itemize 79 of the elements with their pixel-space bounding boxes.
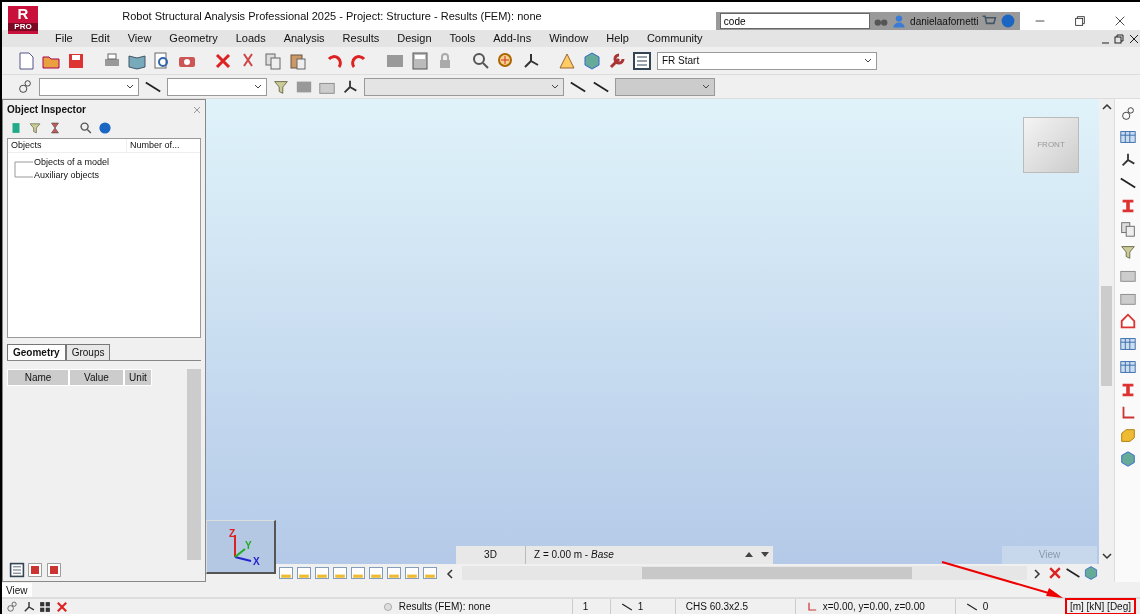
- view-tab[interactable]: 3D: [456, 546, 526, 564]
- panel-button-icon[interactable]: [27, 562, 44, 579]
- display-toggle-icon[interactable]: [332, 565, 348, 581]
- column-header[interactable]: Objects: [8, 138, 126, 152]
- column-header[interactable]: Value: [69, 368, 124, 386]
- status-text: CHS 60.3x2.5: [685, 600, 748, 614]
- menu-item[interactable]: Add-Ins: [484, 30, 541, 47]
- dropdown-field[interactable]: [39, 77, 139, 96]
- dropdown-field[interactable]: [167, 77, 267, 96]
- layout-select[interactable]: FR Start: [657, 51, 877, 70]
- menu-item[interactable]: File: [46, 30, 82, 47]
- menu-item[interactable]: Community: [637, 30, 712, 47]
- panel-button-icon[interactable]: [46, 562, 62, 579]
- menu-item[interactable]: Edit: [81, 30, 119, 47]
- menu-item[interactable]: View: [118, 30, 161, 47]
- menu-item[interactable]: Loads: [226, 30, 275, 47]
- cross-icon[interactable]: [55, 599, 69, 614]
- spin-buttons[interactable]: [741, 546, 773, 564]
- panel-title: Object Inspector: [7, 102, 86, 117]
- column-header[interactable]: Unit: [124, 368, 152, 386]
- status-text: 0: [982, 600, 989, 614]
- dropdown-field[interactable]: [364, 77, 564, 96]
- scrollbar[interactable]: [462, 566, 1027, 580]
- window-title: Robot Structural Analysis Professional 2025 - Project: Structure - Results (FEM): none: [121, 9, 543, 24]
- tree-item[interactable]: Objects of a model: [8, 156, 200, 169]
- display-toggle-icon[interactable]: [350, 565, 366, 581]
- box-icon[interactable]: [1118, 427, 1137, 445]
- display-toggle-icon[interactable]: [296, 565, 312, 581]
- column-header[interactable]: Number of...: [126, 138, 180, 152]
- filter-icon[interactable]: [28, 120, 42, 135]
- new-document-icon[interactable]: [16, 50, 36, 71]
- chevron-down-icon[interactable]: [1101, 552, 1112, 560]
- status-text: 1: [637, 600, 644, 614]
- scrollbar[interactable]: [187, 368, 201, 560]
- scrollbar-thumb[interactable]: [642, 567, 912, 579]
- menu-item[interactable]: Analysis: [274, 30, 334, 47]
- dropdown-field[interactable]: [615, 77, 715, 96]
- menu-item[interactable]: Geometry: [160, 30, 227, 47]
- menu-item[interactable]: Help: [597, 30, 638, 47]
- coordinates-icon: [805, 600, 818, 613]
- copy-icon[interactable]: [263, 50, 283, 71]
- tree-item[interactable]: Auxiliary objects: [8, 169, 200, 182]
- display-toggle-icon[interactable]: [422, 565, 438, 581]
- display-toggle-icon[interactable]: [386, 565, 402, 581]
- cube-icon[interactable]: [582, 50, 602, 71]
- node-query-icon[interactable]: [16, 77, 34, 96]
- display-toggle-icon[interactable]: [368, 565, 384, 581]
- chevron-up-icon[interactable]: [1101, 103, 1112, 111]
- help-icon[interactable]: [1000, 13, 1016, 29]
- panel-tab[interactable]: Groups: [65, 343, 111, 360]
- house-icon[interactable]: [1118, 312, 1137, 330]
- status-text: Results (FEM): none: [398, 600, 491, 614]
- calculator-icon[interactable]: [410, 50, 430, 71]
- menu-item[interactable]: Results: [333, 30, 389, 47]
- search-icon[interactable]: [78, 120, 93, 135]
- search-field[interactable]: code: [719, 13, 870, 29]
- zoom-icon[interactable]: [471, 50, 491, 71]
- status-text: x=0.00, y=0.00, z=0.00: [822, 600, 925, 614]
- menu-item[interactable]: Design: [388, 30, 441, 47]
- tree-lines: [11, 158, 33, 180]
- column-header[interactable]: Name: [7, 368, 69, 386]
- user-name[interactable]: danielaafornetti: [910, 13, 979, 29]
- solid-icon[interactable]: [1118, 450, 1137, 468]
- app-logo: R PRO: [8, 6, 38, 34]
- list-icon[interactable]: [632, 50, 652, 71]
- menu-item[interactable]: Tools: [440, 30, 485, 47]
- help-icon[interactable]: [98, 120, 112, 135]
- menu-item[interactable]: Window: [540, 30, 598, 47]
- display-toggle-icon[interactable]: [404, 565, 420, 581]
- display-toggle-icon[interactable]: [314, 565, 330, 581]
- level-field[interactable]: Z = 0.00 m - Base: [526, 546, 741, 564]
- list-icon[interactable]: [8, 562, 25, 579]
- table-icon[interactable]: [1118, 358, 1137, 376]
- panel-tab[interactable]: Geometry: [7, 343, 66, 360]
- units-text: [m] [kN] [Deg]: [1064, 598, 1136, 614]
- display-toggle-icon[interactable]: [278, 565, 294, 581]
- scrollbar-thumb[interactable]: [1101, 286, 1112, 386]
- command-prompt: View: [6, 585, 28, 596]
- status-text: 1: [582, 600, 589, 614]
